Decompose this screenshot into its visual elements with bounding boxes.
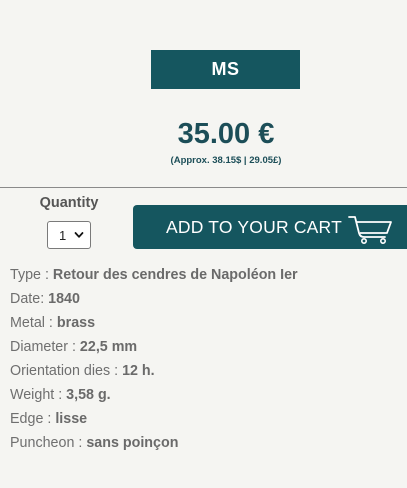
spec-value: 3,58 g.: [66, 387, 111, 403]
spec-date: Date: 1840: [10, 290, 405, 314]
quantity-label: Quantity: [39, 195, 99, 211]
spec-key: Orientation dies :: [10, 363, 123, 379]
spec-edge: Edge : lisse: [10, 410, 405, 434]
spec-key: Edge :: [10, 411, 56, 427]
spec-key: Metal :: [10, 315, 57, 331]
quantity-select[interactable]: 1: [47, 221, 91, 249]
spec-key: Date:: [10, 291, 49, 307]
specs-list: Type : Retour des cendres de Napoléon Ie…: [10, 266, 405, 458]
spec-type: Type : Retour des cendres de Napoléon Ie…: [10, 266, 405, 290]
cart-icon: [348, 216, 392, 244]
spec-value: sans poinçon: [86, 435, 179, 451]
spec-value: 12 h.: [122, 363, 155, 379]
quantity-value: 1: [59, 227, 67, 243]
spec-key: Weight :: [10, 387, 67, 403]
price-approx: (Approx. 38.15$ | 29.05£): [170, 155, 282, 166]
spec-value: Retour des cendres de Napoléon Ier: [52, 267, 298, 283]
spec-key: Type :: [10, 267, 53, 283]
spec-puncheon: Puncheon : sans poinçon: [10, 434, 405, 458]
spec-value: brass: [56, 315, 96, 331]
spec-key: Puncheon :: [10, 435, 87, 451]
grade-badge: MS: [151, 50, 300, 89]
spec-value: 1840: [48, 291, 80, 307]
add-to-cart-label: ADD TO YOUR CART: [166, 216, 342, 237]
chevron-down-icon: [74, 232, 84, 238]
spec-value: lisse: [55, 411, 88, 427]
spec-metal: Metal : brass: [10, 314, 405, 338]
spec-key: Diameter :: [10, 339, 80, 355]
spec-diameter: Diameter : 22,5 mm: [10, 338, 405, 362]
divider: [0, 187, 407, 188]
price: 35.00 €: [177, 118, 275, 150]
add-to-cart-button[interactable]: ADD TO YOUR CART: [133, 205, 407, 249]
spec-value: 22,5 mm: [79, 339, 138, 355]
spec-weight: Weight : 3,58 g.: [10, 386, 405, 410]
spec-orientation: Orientation dies : 12 h.: [10, 362, 405, 386]
